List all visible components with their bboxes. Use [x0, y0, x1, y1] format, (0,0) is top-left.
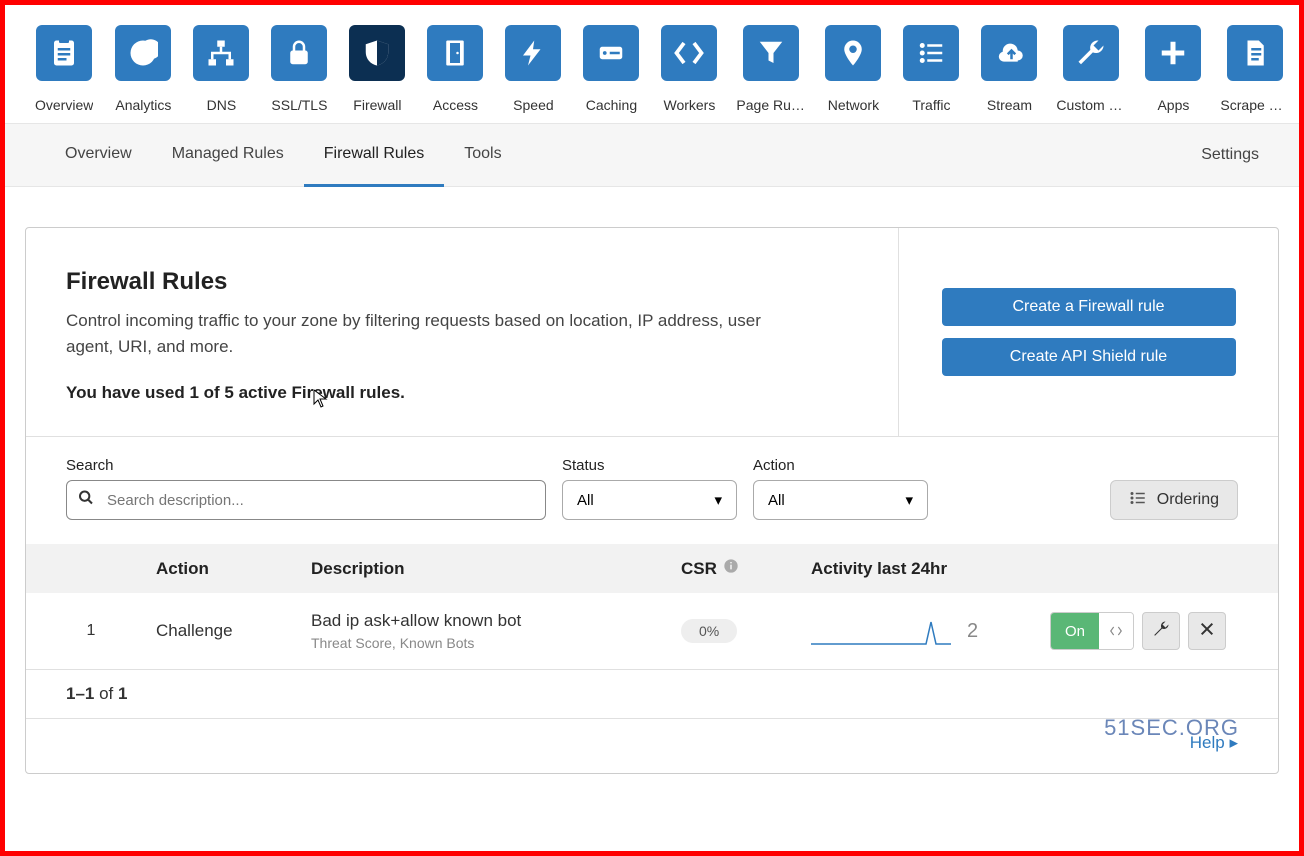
row-index: 1	[66, 622, 156, 640]
page-title: Firewall Rules	[66, 268, 858, 296]
page-description: Control incoming traffic to your zone by…	[66, 308, 766, 359]
nav-label: Speed	[513, 97, 553, 113]
usage-text: You have used 1 of 5 active Firewall rul…	[66, 383, 858, 403]
angles-icon	[661, 25, 717, 81]
chevron-down-icon: ▾	[714, 491, 722, 509]
nav-label: Overview	[35, 97, 93, 113]
nav-label: Scrape Shi...	[1220, 97, 1290, 113]
col-action: Action	[156, 559, 311, 579]
plus-icon	[1145, 25, 1201, 81]
status-label: Status	[562, 457, 737, 474]
ordering-button[interactable]: Ordering	[1110, 480, 1238, 520]
pie-icon	[115, 25, 171, 81]
nav-label: Traffic	[912, 97, 950, 113]
row-activity: 2	[811, 616, 1006, 646]
action-select[interactable]: All ▾	[753, 480, 928, 520]
nav-item-page-rules[interactable]: Page Rules	[739, 25, 803, 113]
pagination: 1–1 of 1	[26, 669, 1278, 718]
list-icon	[903, 25, 959, 81]
nav-item-overview[interactable]: Overview	[35, 25, 93, 113]
shield-icon	[349, 25, 405, 81]
nav-item-access[interactable]: Access	[427, 25, 483, 113]
drive-icon	[583, 25, 639, 81]
table-row: 1 Challenge Bad ip ask+allow known bot T…	[26, 593, 1278, 669]
tab-overview[interactable]: Overview	[45, 123, 152, 187]
wrench-icon	[1063, 25, 1119, 81]
cloud-icon	[981, 25, 1037, 81]
search-icon	[78, 490, 94, 511]
nav-label: Workers	[663, 97, 715, 113]
search-label: Search	[66, 457, 546, 474]
funnel-icon	[743, 25, 799, 81]
sitemap-icon	[193, 25, 249, 81]
bolt-icon	[505, 25, 561, 81]
nav-item-ssl-tls[interactable]: SSL/TLS	[271, 25, 327, 113]
row-description[interactable]: Bad ip ask+allow known bot Threat Score,…	[311, 611, 681, 651]
watermark: 51SEC.ORG	[1104, 715, 1239, 741]
page-icon	[1227, 25, 1283, 81]
nav-item-network[interactable]: Network	[825, 25, 881, 113]
nav-label: Caching	[586, 97, 637, 113]
row-action: Challenge	[156, 621, 311, 641]
row-csr: 0%	[681, 619, 811, 643]
nav-item-stream[interactable]: Stream	[981, 25, 1037, 113]
table-header: Action Description CSR Activity last 24h…	[26, 544, 1278, 593]
nav-item-traffic[interactable]: Traffic	[903, 25, 959, 113]
ordering-icon	[1129, 489, 1147, 512]
door-icon	[427, 25, 483, 81]
sub-tabs: OverviewManaged RulesFirewall RulesTools…	[5, 123, 1299, 187]
lock-icon	[271, 25, 327, 81]
delete-button[interactable]	[1188, 612, 1226, 650]
chevron-down-icon: ▾	[905, 491, 913, 509]
pin-icon	[825, 25, 881, 81]
close-icon	[1199, 621, 1215, 642]
rule-toggle[interactable]: On	[1050, 612, 1134, 650]
tab-managed-rules[interactable]: Managed Rules	[152, 123, 304, 187]
nav-label: Custom Pa...	[1056, 97, 1126, 113]
action-label: Action	[753, 457, 928, 474]
help-row: Help ▸	[26, 718, 1278, 773]
nav-label: Network	[828, 97, 879, 113]
wrench-icon	[1152, 620, 1170, 643]
nav-label: Page Rules	[736, 97, 806, 113]
settings-link[interactable]: Settings	[1201, 146, 1259, 164]
nav-item-caching[interactable]: Caching	[583, 25, 639, 113]
nav-item-firewall[interactable]: Firewall	[349, 25, 405, 113]
nav-label: Stream	[987, 97, 1032, 113]
nav-item-custom-pa-[interactable]: Custom Pa...	[1059, 25, 1123, 113]
sparkline-icon	[811, 616, 951, 646]
tab-firewall-rules[interactable]: Firewall Rules	[304, 123, 444, 187]
nav-item-workers[interactable]: Workers	[661, 25, 717, 113]
col-description: Description	[311, 559, 681, 579]
create-api-shield-rule-button[interactable]: Create API Shield rule	[942, 338, 1236, 376]
nav-item-analytics[interactable]: Analytics	[115, 25, 171, 113]
nav-label: Firewall	[353, 97, 401, 113]
nav-item-apps[interactable]: Apps	[1145, 25, 1201, 113]
status-select[interactable]: All ▾	[562, 480, 737, 520]
nav-label: Apps	[1157, 97, 1189, 113]
nav-item-speed[interactable]: Speed	[505, 25, 561, 113]
nav-label: Analytics	[115, 97, 171, 113]
col-csr: CSR	[681, 558, 811, 579]
nav-label: DNS	[207, 97, 237, 113]
info-icon[interactable]	[723, 558, 739, 579]
nav-item-dns[interactable]: DNS	[193, 25, 249, 113]
nav-item-scrape-shi-[interactable]: Scrape Shi...	[1223, 25, 1287, 113]
col-activity: Activity last 24hr	[811, 559, 1006, 579]
search-input[interactable]	[66, 480, 546, 520]
edit-button[interactable]	[1142, 612, 1180, 650]
nav-label: Access	[433, 97, 478, 113]
tab-tools[interactable]: Tools	[444, 123, 521, 187]
top-nav: Overview Analytics DNS SSL/TLS Firewall Acces…	[5, 5, 1299, 123]
nav-label: SSL/TLS	[271, 97, 327, 113]
create-firewall-rule-button[interactable]: Create a Firewall rule	[942, 288, 1236, 326]
clipboard-icon	[36, 25, 92, 81]
